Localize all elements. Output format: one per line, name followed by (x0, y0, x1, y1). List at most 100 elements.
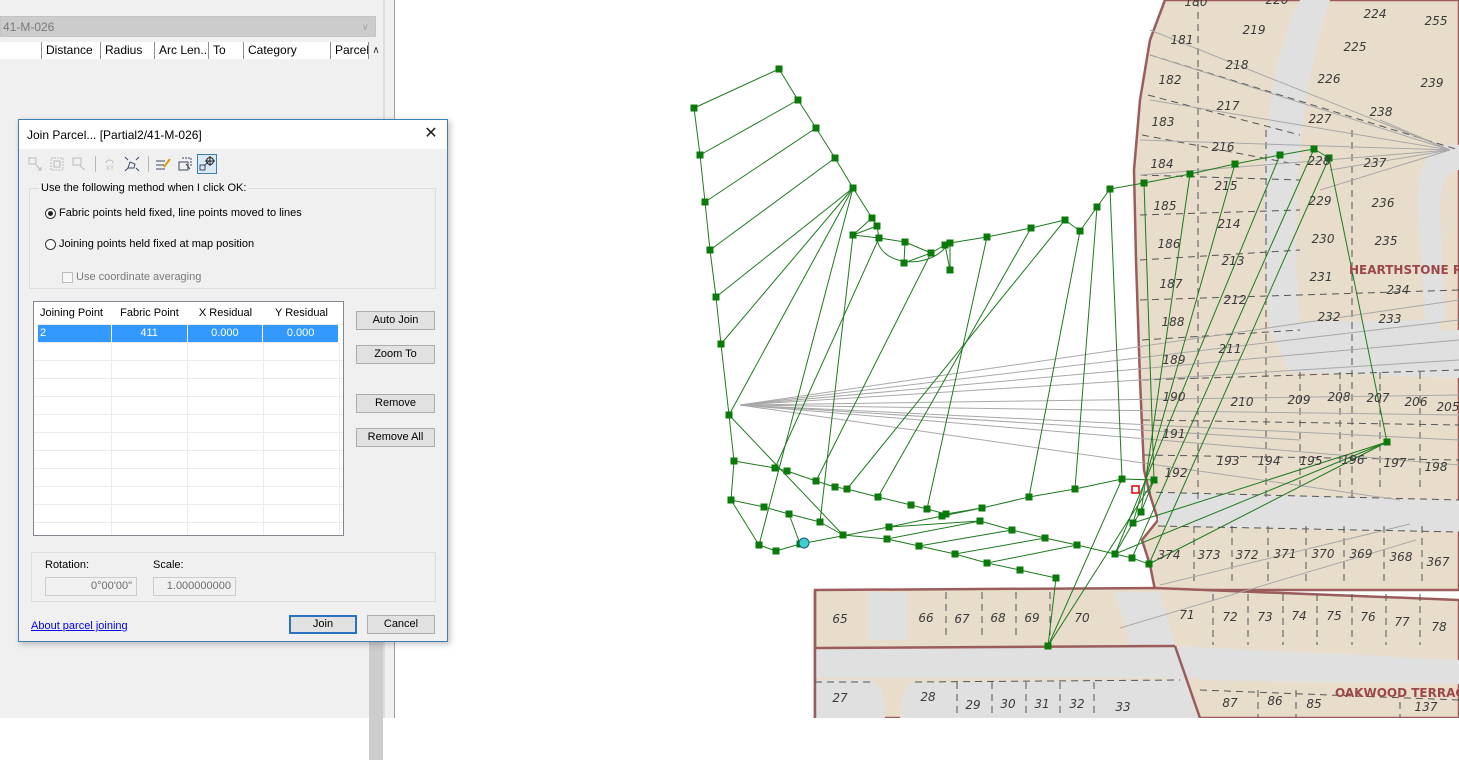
join-point[interactable] (1106, 185, 1114, 193)
join-point[interactable] (983, 233, 991, 241)
map-canvas[interactable]: 180 220 224 255 181 219 225 239 182 218 226 183 217 2… (395, 0, 1459, 718)
close-icon[interactable]: ✕ (423, 124, 439, 144)
join-point[interactable] (701, 198, 709, 206)
about-parcel-joining-link[interactable]: About parcel joining (31, 620, 128, 632)
join-point[interactable] (849, 231, 857, 239)
join-point[interactable] (915, 542, 923, 550)
join-point[interactable] (873, 222, 881, 230)
join-point[interactable] (938, 512, 946, 520)
join-point[interactable] (1044, 642, 1052, 650)
coordinate-averaging-option[interactable]: Use coordinate averaging (62, 271, 201, 283)
join-button[interactable]: Join (289, 615, 357, 634)
radio-joining-fixed[interactable] (45, 238, 56, 250)
auto-join-button[interactable]: Auto Join (356, 311, 435, 330)
join-point[interactable] (1111, 550, 1119, 558)
join-point[interactable] (772, 547, 780, 555)
scrollbar-thumb[interactable] (369, 642, 383, 760)
join-point[interactable] (1140, 179, 1148, 187)
join-point[interactable] (696, 151, 704, 159)
join-point[interactable] (983, 559, 991, 567)
col-header-fabric-point[interactable]: Fabric Point (112, 302, 188, 324)
join-point[interactable] (1093, 203, 1101, 211)
join-point[interactable] (978, 504, 986, 512)
join-point[interactable] (1071, 485, 1079, 493)
join-point[interactable] (1383, 438, 1391, 446)
join-point[interactable] (951, 550, 959, 558)
join-point[interactable] (1145, 560, 1153, 568)
xy-reset-button[interactable]: XY (100, 154, 120, 174)
join-point[interactable] (771, 464, 779, 472)
remove-all-button[interactable]: Remove All (356, 428, 435, 447)
col-header-blank[interactable] (0, 42, 42, 59)
join-point[interactable] (730, 457, 738, 465)
col-header-y-residual[interactable]: Y Residual (264, 302, 340, 324)
join-point[interactable] (794, 96, 802, 104)
join-point[interactable] (1231, 160, 1239, 168)
join-point[interactable] (1076, 227, 1084, 235)
join-point[interactable] (946, 239, 954, 247)
join-point[interactable] (755, 541, 763, 549)
edit-lines-button[interactable] (153, 154, 173, 174)
join-point[interactable] (1276, 151, 1284, 159)
col-header-to[interactable]: To (209, 42, 244, 59)
join-point[interactable] (717, 340, 725, 348)
join-point[interactable] (783, 467, 791, 475)
join-point[interactable] (901, 238, 909, 246)
join-point[interactable] (1073, 541, 1081, 549)
join-point[interactable] (1016, 566, 1024, 574)
join-point[interactable] (1061, 216, 1069, 224)
join-point[interactable] (875, 234, 883, 242)
join-point[interactable] (1008, 526, 1016, 534)
join-point[interactable] (712, 293, 720, 301)
join-point[interactable] (1150, 476, 1158, 484)
join-point[interactable] (1025, 493, 1033, 501)
join-point[interactable] (725, 411, 733, 419)
join-point[interactable] (885, 523, 893, 531)
join-point[interactable] (831, 483, 839, 491)
join-point[interactable] (785, 510, 793, 518)
col-header-x-residual[interactable]: X Residual (188, 302, 264, 324)
join-point[interactable] (775, 65, 783, 73)
join-point[interactable] (1129, 519, 1137, 527)
radio-fabric-fixed[interactable] (45, 207, 56, 219)
join-point[interactable] (760, 503, 768, 511)
join-point[interactable] (831, 154, 839, 162)
join-point[interactable] (1052, 574, 1060, 582)
col-header-distance[interactable]: Distance (42, 42, 101, 59)
zoom-to-button[interactable]: Zoom To (356, 345, 435, 364)
join-point[interactable] (812, 477, 820, 485)
join-point[interactable] (883, 535, 891, 543)
join-point[interactable] (690, 104, 698, 112)
join-point[interactable] (1118, 475, 1126, 483)
join-point[interactable] (1186, 170, 1194, 178)
option-fabric-fixed[interactable]: Fabric points held fixed, line points mo… (45, 207, 302, 219)
move-joined-button[interactable] (69, 154, 89, 174)
col-header-radius[interactable]: Radius (101, 42, 155, 59)
join-point[interactable] (923, 505, 931, 513)
col-header-joining-point[interactable]: Joining Point (34, 302, 112, 324)
remove-button[interactable]: Remove (356, 394, 435, 413)
select-fabric-button[interactable] (175, 154, 195, 174)
join-point[interactable] (946, 266, 954, 274)
join-point[interactable] (874, 493, 882, 501)
join-point[interactable] (868, 214, 876, 222)
join-point[interactable] (816, 518, 824, 526)
join-point[interactable] (843, 485, 851, 493)
join-point[interactable] (927, 249, 935, 257)
cancel-button[interactable]: Cancel (367, 615, 435, 634)
table-row[interactable]: 2 411 0.000 0.000 (38, 325, 340, 343)
select-points-button[interactable] (47, 154, 67, 174)
join-point[interactable] (1310, 145, 1318, 153)
add-join-link-button[interactable] (197, 154, 217, 174)
join-point[interactable] (1027, 224, 1035, 232)
join-point[interactable] (849, 184, 857, 192)
scroll-up-icon[interactable]: ∧ (369, 42, 383, 59)
join-point[interactable] (907, 501, 915, 509)
map-view[interactable]: 180 220 224 255 181 219 225 239 182 218 226 183 217 2… (395, 0, 1459, 718)
col-header-arc-length[interactable]: Arc Len... (155, 42, 209, 59)
join-point[interactable] (900, 259, 908, 267)
join-point[interactable] (839, 531, 847, 539)
col-header-parcel[interactable]: Parcel (331, 42, 369, 59)
join-point[interactable] (1128, 554, 1136, 562)
coordinate-averaging-checkbox[interactable] (62, 271, 73, 283)
